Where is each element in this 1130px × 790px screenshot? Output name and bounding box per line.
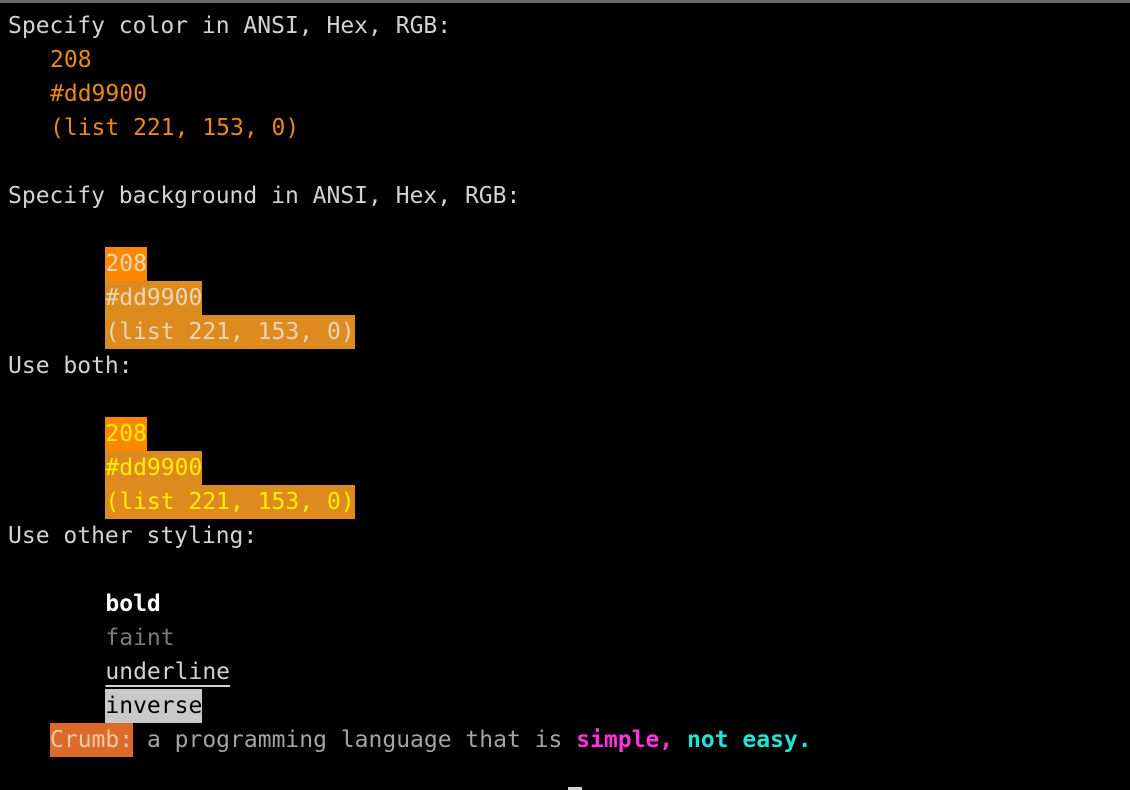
color-rgb-line: (list 221, 153, 0) <box>50 115 300 141</box>
styling-inverse-line: inverse <box>50 655 203 723</box>
background-heading: Specify background in ANSI, Hex, RGB: <box>8 183 521 209</box>
background-rgb-line: (list 221, 153, 0) <box>50 281 355 349</box>
styling-underline-line: underline <box>50 621 230 685</box>
inverse-sample: inverse <box>105 689 203 723</box>
crumb-brand-label: Crumb: <box>50 723 134 757</box>
tagline-space <box>673 727 687 753</box>
tagline-text: a programming language that is <box>133 727 577 753</box>
background-ansi-line: 208 <box>50 213 147 281</box>
both-hex-line: #dd9900 <box>50 417 203 485</box>
color-heading: Specify color in ANSI, Hex, RGB: <box>8 13 452 39</box>
tagline-simple: simple, <box>576 727 674 753</box>
styling-faint-line: faint <box>50 587 174 651</box>
styling-heading: Use other styling: <box>8 523 258 549</box>
color-ansi-line: 208 <box>50 47 92 73</box>
both-ansi-line: 208 <box>50 383 147 451</box>
tagline-not-easy: not easy. <box>687 727 812 753</box>
terminal-window[interactable]: Specify color in ANSI, Hex, RGB: 208 #dd… <box>0 0 1130 790</box>
background-hex-line: #dd9900 <box>50 247 203 315</box>
background-rgb-span: (list 221, 153, 0) <box>105 315 355 349</box>
both-rgb-line: (list 221, 153, 0) <box>50 451 355 519</box>
both-rgb-span: (list 221, 153, 0) <box>105 485 355 519</box>
both-heading: Use both: <box>8 353 133 379</box>
tagline-line: Crumb: a programming language that is si… <box>50 723 812 757</box>
styling-bold-line: bold <box>50 553 160 617</box>
color-hex-line: #dd9900 <box>50 81 147 107</box>
